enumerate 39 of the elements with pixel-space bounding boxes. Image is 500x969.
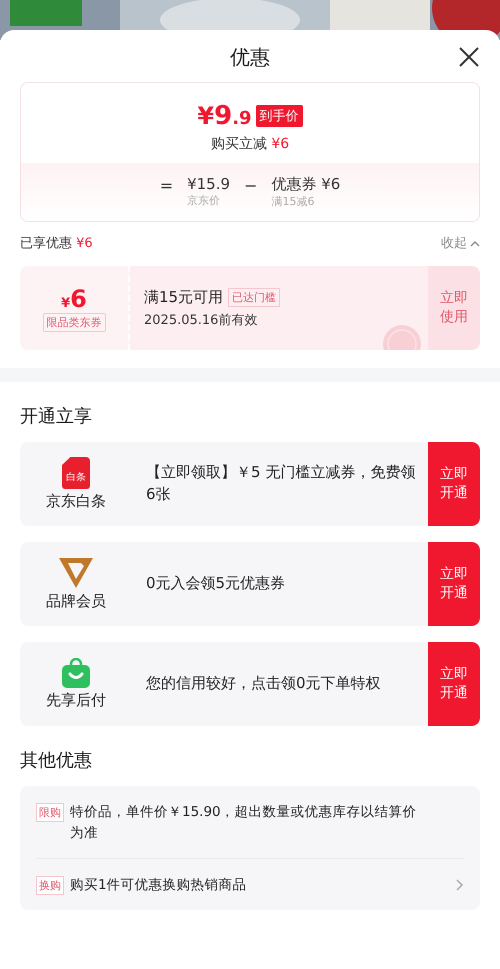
final-price: ¥9.9 [197, 101, 252, 131]
formula-operator: = [160, 175, 174, 195]
collapse-toggle[interactable]: 收起 [441, 234, 480, 252]
close-icon[interactable] [458, 46, 480, 68]
shopping-bag-icon [62, 658, 90, 688]
formula-value: 优惠券 ¥6 [271, 175, 340, 194]
offer-name: 京东白条 [46, 492, 106, 511]
offer-text: 购买1件可优惠换购热销商品 [70, 876, 248, 895]
coupon-validity: 2025.05.16前有效 [144, 312, 258, 328]
chevron-right-icon[interactable] [456, 878, 464, 891]
offer-tag: 换购 [36, 876, 64, 895]
offer-description: 您的信用较好，点击领0元下单特权 [145, 673, 382, 694]
formula-operator: − [244, 175, 258, 195]
v-logo-icon [59, 557, 93, 589]
offer-name: 品牌会员 [46, 592, 106, 611]
activate-button[interactable]: 立即开通 [428, 442, 480, 526]
coupon-status-tag: 已达门槛 [228, 288, 280, 306]
offer-text: 特价品，单件价￥15.90，超出数量或优惠库存以结算价为准 [70, 803, 418, 843]
offer-name: 先享后付 [46, 691, 106, 710]
section-title: 其他优惠 [20, 749, 93, 772]
formula-caption: 京东价 [187, 193, 222, 208]
discount-text: 购买立减 ¥6 [210, 135, 290, 153]
use-coupon-button[interactable]: 立即使用 [428, 266, 480, 350]
activate-button[interactable]: 立即开通 [428, 542, 480, 626]
activate-button[interactable]: 立即开通 [428, 642, 480, 726]
offer-description: 0元入会领5元优惠券 [145, 573, 286, 594]
baitiao-app-icon: 白条 [62, 457, 90, 489]
enjoyed-discount: 已享优惠 ¥6 [20, 235, 93, 252]
final-price-tag: 到手价 [256, 105, 303, 127]
offer-description: 【立即领取】￥5 无门槛立减券，免费领6张 [145, 462, 416, 505]
formula-caption: 满15减6 [271, 194, 316, 209]
caret-icon[interactable] [470, 240, 480, 246]
section-title: 开通立享 [20, 405, 93, 428]
formula-value: ¥15.9 [187, 175, 230, 193]
coupon-condition: 满15元可用 [144, 288, 224, 306]
coupon-amount: ¥6 [61, 284, 87, 312]
coupon-type-tag: 限品类东券 [42, 312, 106, 332]
offer-tag: 限购 [36, 803, 64, 822]
sheet-title: 优惠 [230, 44, 270, 70]
